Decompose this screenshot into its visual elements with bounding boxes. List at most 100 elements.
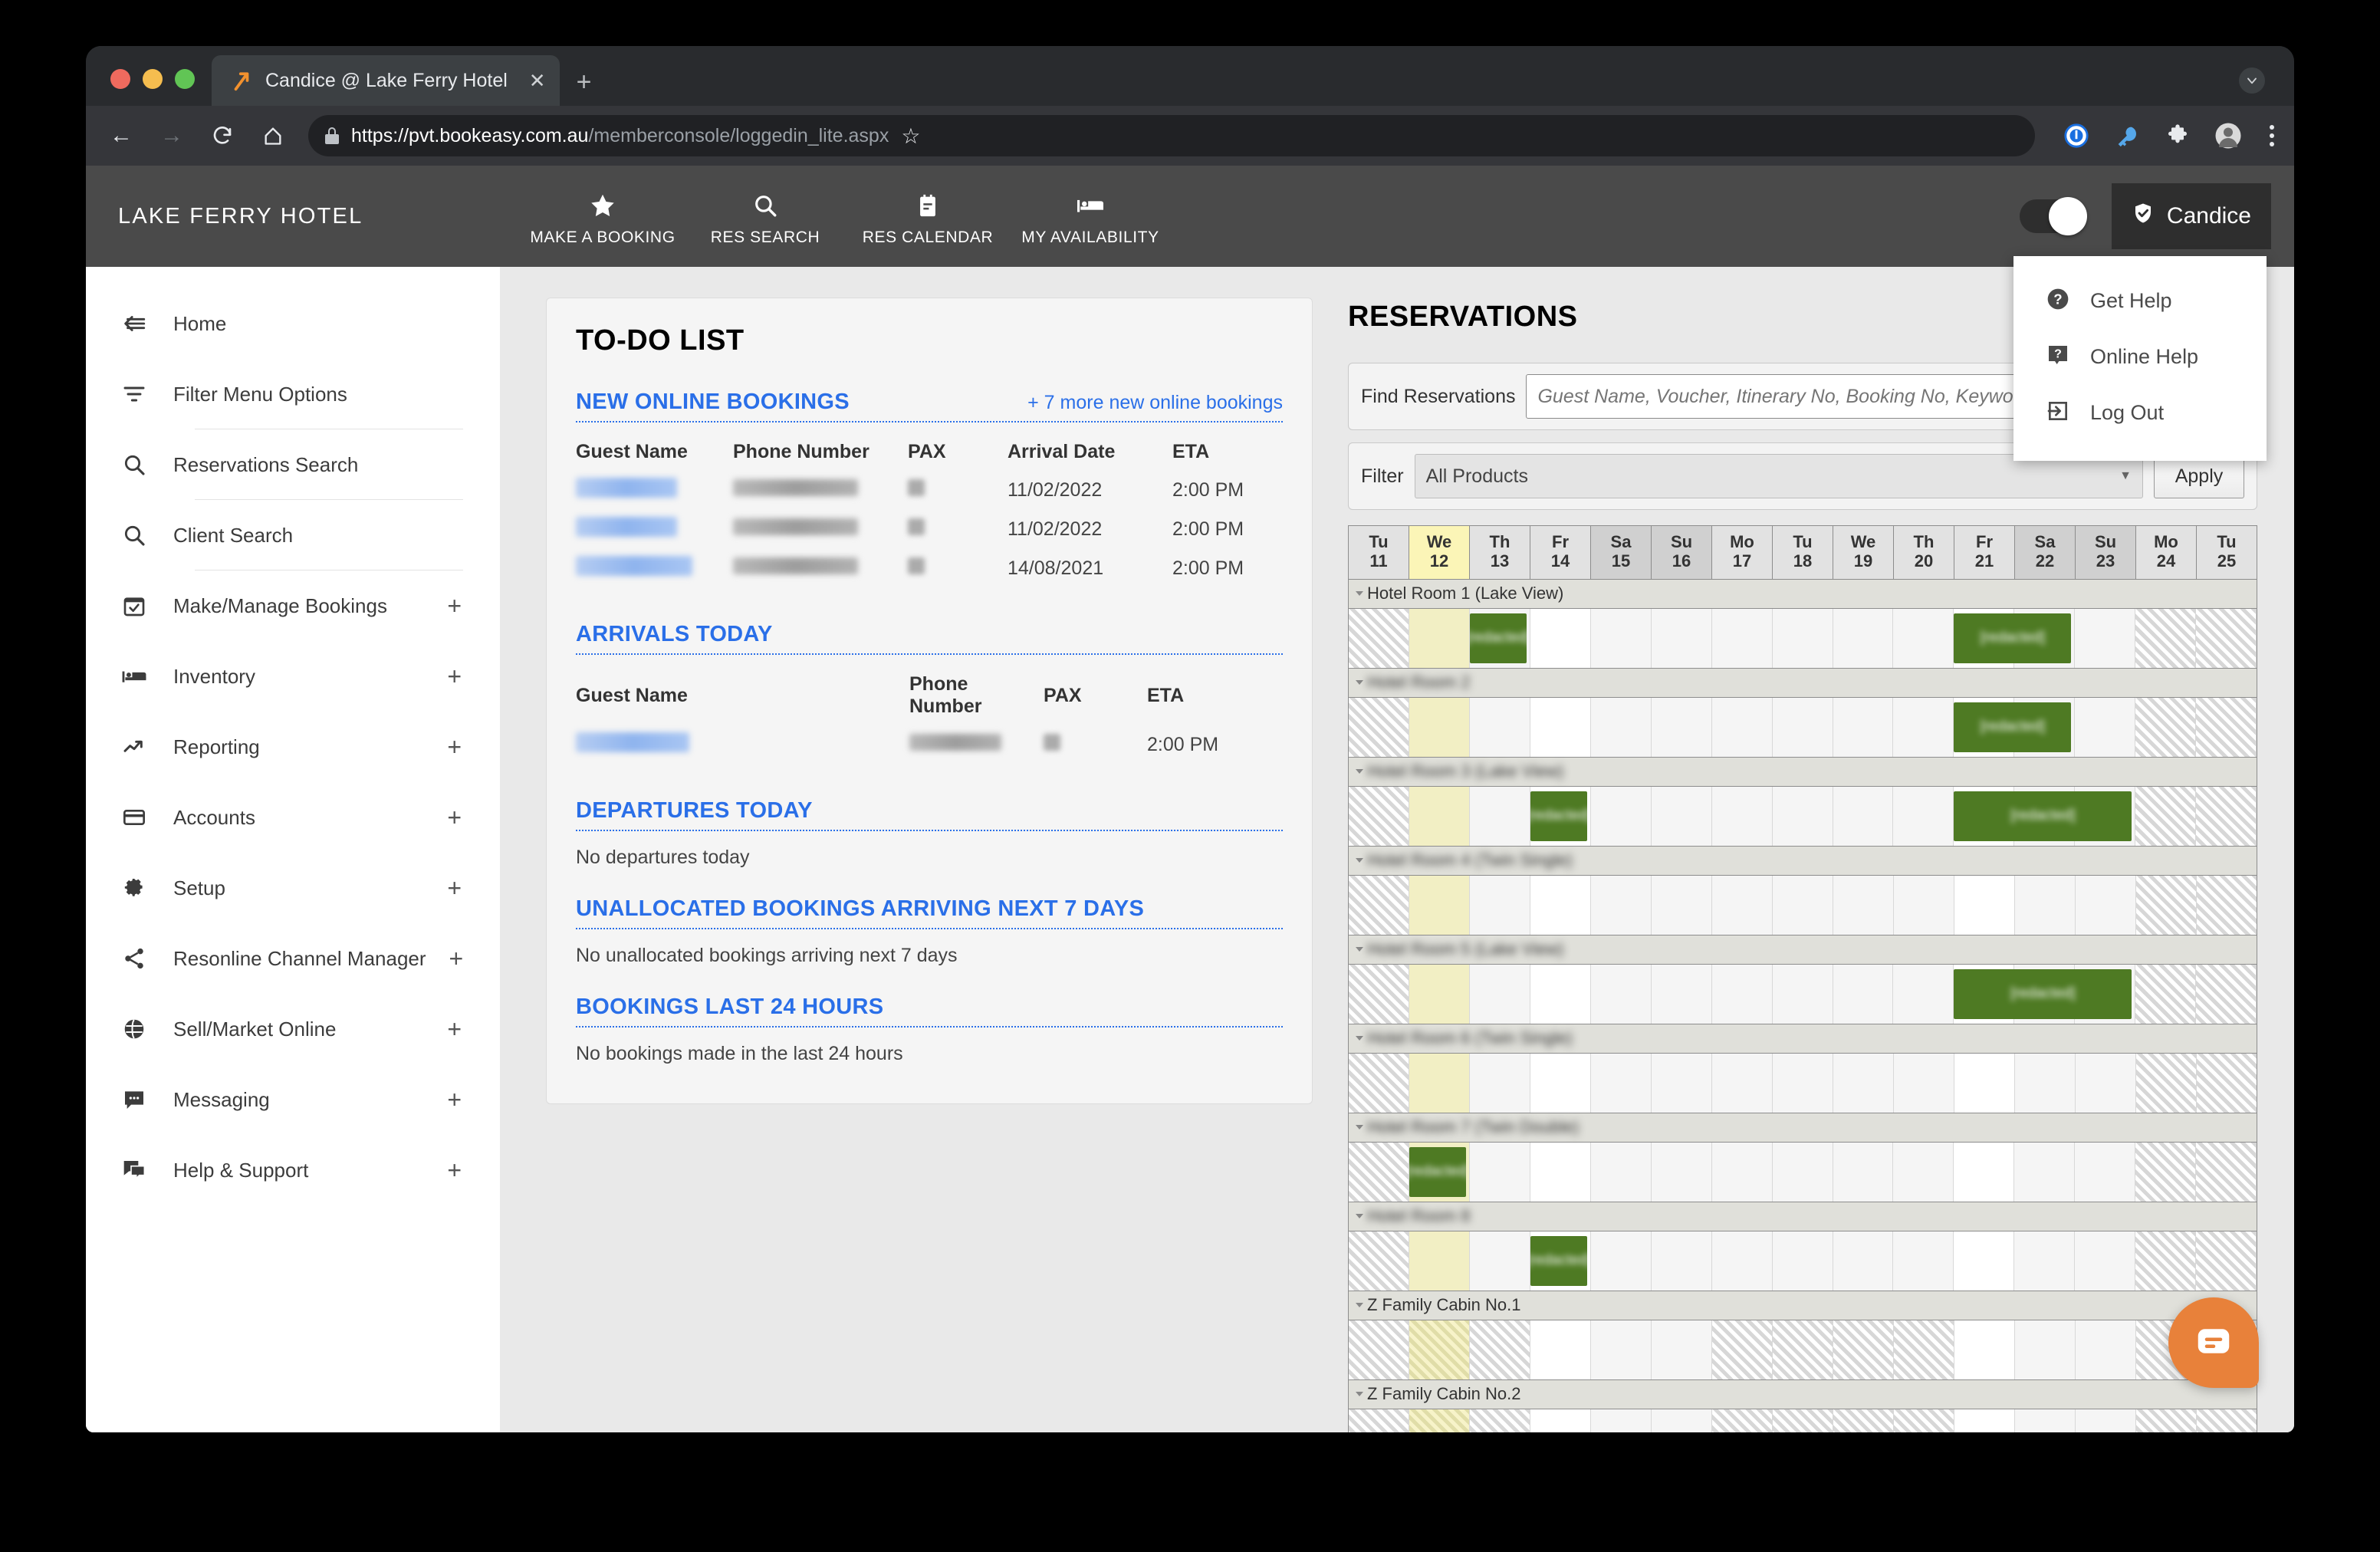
calendar-cell[interactable] (1711, 786, 1773, 846)
tab-list-chevron-icon[interactable] (2239, 67, 2265, 94)
calendar-cell[interactable] (2135, 1142, 2197, 1202)
calendar-room-label[interactable]: Z Family Cabin No.2 (1349, 1379, 2257, 1409)
expand-plus-icon[interactable]: + (447, 1158, 462, 1182)
back-button[interactable]: ← (106, 120, 136, 151)
calendar-cell[interactable] (1409, 697, 1470, 757)
calendar-cell[interactable] (2015, 1320, 2076, 1379)
calendar-cell[interactable] (1712, 1409, 1773, 1432)
calendar-cell[interactable] (2196, 697, 2257, 757)
expand-plus-icon[interactable]: + (449, 946, 464, 971)
calendar-cell[interactable] (1590, 697, 1652, 757)
new-tab-button[interactable]: + (577, 69, 592, 95)
calendar-room-label[interactable]: Hotel Room 2 (1349, 668, 2257, 698)
expand-plus-icon[interactable]: + (447, 594, 462, 618)
calendar-cell[interactable] (2136, 1409, 2197, 1432)
calendar-cell[interactable] (1651, 697, 1712, 757)
calendar-booking-block[interactable]: [redacted] (1954, 791, 2132, 841)
sidebar-item-home[interactable]: Home (86, 288, 500, 359)
calendar-cell[interactable] (2136, 1053, 2197, 1113)
puzzle-extension-icon[interactable] (2162, 120, 2193, 151)
calendar-cell[interactable] (1591, 1409, 1652, 1432)
guest-name-redacted[interactable] (576, 725, 909, 764)
sidebar-item-accounts[interactable]: Accounts + (86, 782, 500, 853)
calendar-booking-block[interactable]: [redacted] (1409, 1146, 1467, 1197)
minimize-window-button[interactable] (143, 69, 163, 89)
expand-plus-icon[interactable]: + (447, 1087, 462, 1112)
calendar-cell[interactable] (1833, 1409, 1894, 1432)
calendar-cell[interactable] (1773, 1053, 1833, 1113)
calendar-cell[interactable] (1409, 875, 1470, 935)
calendar-cell[interactable] (1833, 697, 1894, 757)
calendar-room-label[interactable]: Hotel Room 7 (Twin Double) (1349, 1113, 2257, 1143)
close-tab-button[interactable]: ✕ (529, 69, 546, 93)
calendar-cell[interactable] (2015, 1409, 2076, 1432)
calendar-cell[interactable] (1470, 875, 1530, 935)
calendar-cell[interactable] (1590, 964, 1652, 1024)
chat-widget-button[interactable] (2168, 1297, 2259, 1388)
header-nav-my-availability[interactable]: MY AVAILABILITY (1009, 186, 1172, 247)
calendar-cell[interactable] (1651, 786, 1712, 846)
table-row[interactable]: 11/02/2022 2:00 PM (576, 471, 1283, 510)
calendar-cell[interactable] (1469, 697, 1530, 757)
calendar-cell[interactable] (1349, 1320, 1409, 1379)
calendar-cell[interactable] (1590, 786, 1652, 846)
calendar-cell[interactable] (1470, 1320, 1530, 1379)
guest-name-redacted[interactable] (576, 471, 733, 510)
calendar-cell[interactable] (1530, 697, 1591, 757)
calendar-cell[interactable] (1772, 1231, 1833, 1291)
section-title[interactable]: UNALLOCATED BOOKINGS ARRIVING NEXT 7 DAY… (576, 896, 1144, 922)
guest-name-redacted[interactable] (576, 510, 733, 549)
calendar-cell[interactable] (2196, 608, 2257, 668)
more-online-bookings-link[interactable]: + 7 more new online bookings (1027, 392, 1283, 414)
reload-button[interactable] (207, 120, 238, 151)
calendar-cell[interactable] (2197, 1053, 2257, 1113)
calendar-cell[interactable] (1651, 1142, 1712, 1202)
calendar-cell[interactable] (2075, 1142, 2136, 1202)
calendar-cell[interactable] (1893, 964, 1954, 1024)
calendar-cell[interactable] (1349, 697, 1409, 757)
calendar-cell[interactable] (1590, 1142, 1652, 1202)
calendar-cell[interactable] (1773, 875, 1833, 935)
calendar-cell[interactable] (1349, 1231, 1409, 1291)
calendar-cell[interactable] (1894, 1320, 1954, 1379)
calendar-cell[interactable] (1833, 1053, 1894, 1113)
calendar-cell[interactable] (1773, 1320, 1833, 1379)
calendar-cell[interactable] (2076, 1320, 2136, 1379)
calendar-room-label[interactable]: Hotel Room 8 (1349, 1202, 2257, 1231)
calendar-booking-block[interactable]: [redacted] (1469, 613, 1527, 663)
calendar-cell[interactable] (1409, 786, 1470, 846)
calendar-cell[interactable] (2135, 697, 2197, 757)
calendar-room-label[interactable]: Hotel Room 5 (Lake View) (1349, 935, 2257, 965)
calendar-cell[interactable] (1893, 697, 1954, 757)
dropdown-item-log-out[interactable]: Log Out (2013, 385, 2267, 441)
calendar-cell[interactable] (1530, 875, 1591, 935)
calendar-cell[interactable] (1652, 1053, 1712, 1113)
expand-plus-icon[interactable]: + (447, 1017, 462, 1041)
calendar-cell[interactable] (1833, 1142, 1894, 1202)
guest-name-redacted[interactable] (576, 549, 733, 588)
maximize-window-button[interactable] (175, 69, 195, 89)
calendar-cell[interactable] (1833, 964, 1894, 1024)
bookmark-star-icon[interactable]: ☆ (901, 123, 920, 149)
calendar-cell[interactable] (1469, 1231, 1530, 1291)
calendar-cell[interactable] (2196, 1142, 2257, 1202)
calendar-cell[interactable] (1651, 964, 1712, 1024)
dropdown-item-get-help[interactable]: ? Get Help (2013, 273, 2267, 329)
dropdown-item-online-help[interactable]: ? Online Help (2013, 329, 2267, 385)
forward-button[interactable]: → (156, 120, 187, 151)
calendar-cell[interactable] (1954, 1231, 2015, 1291)
calendar-room-label[interactable]: Hotel Room 3 (Lake View) (1349, 757, 2257, 787)
profile-avatar-icon[interactable] (2213, 120, 2244, 151)
calendar-cell[interactable] (1349, 786, 1409, 846)
table-row[interactable]: 2:00 PM (576, 725, 1283, 764)
calendar-cell[interactable] (1772, 608, 1833, 668)
sidebar-item-make-manage-bookings[interactable]: Make/Manage Bookings + (86, 570, 500, 641)
calendar-cell[interactable] (1712, 1320, 1773, 1379)
sidebar-item-reservations-search[interactable]: Reservations Search (86, 429, 500, 500)
calendar-cell[interactable] (1894, 875, 1954, 935)
close-window-button[interactable] (110, 69, 130, 89)
sidebar-item-client-search[interactable]: Client Search (86, 500, 500, 570)
calendar-cell[interactable] (2197, 1409, 2257, 1432)
calendar-cell[interactable] (1711, 1231, 1773, 1291)
header-nav-res-calendar[interactable]: RES CALENDAR (846, 186, 1009, 247)
